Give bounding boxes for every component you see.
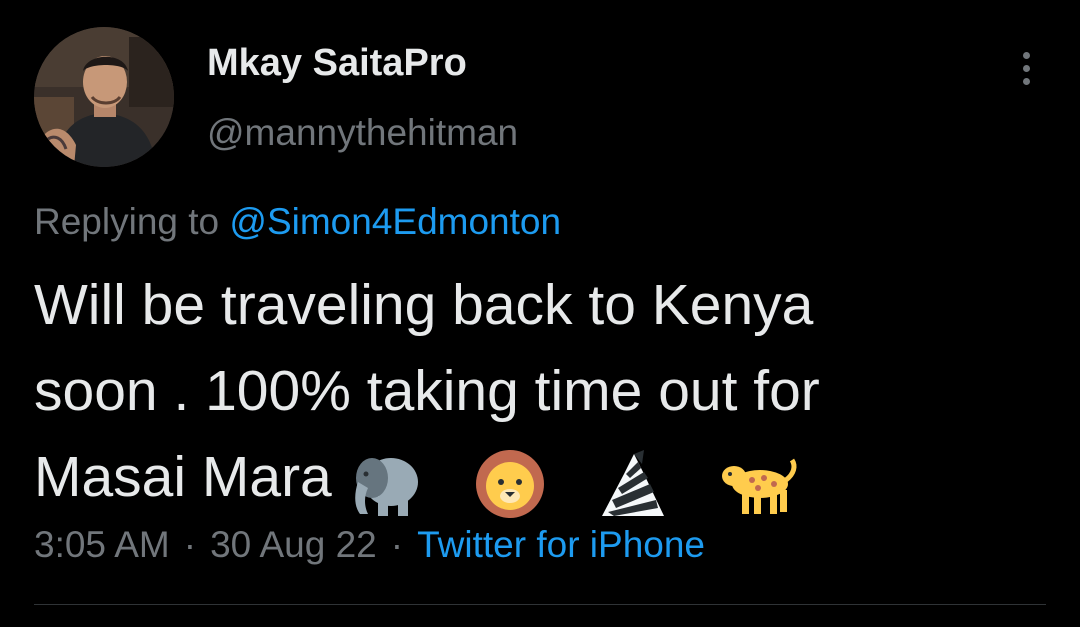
replying-to-label: Replying to xyxy=(34,201,220,242)
author-handle[interactable]: @mannythehitman xyxy=(207,112,518,154)
meta-separator: · xyxy=(183,524,197,565)
tweet-text-line: Masai Mara xyxy=(34,445,332,509)
tweet-source-link[interactable]: Twitter for iPhone xyxy=(417,524,705,565)
leopard-emoji-icon xyxy=(718,444,798,524)
more-dot xyxy=(1023,52,1030,59)
tweet-date[interactable]: 30 Aug 22 xyxy=(210,524,377,565)
more-vertical-icon[interactable] xyxy=(1006,44,1046,92)
author-display-name[interactable]: Mkay SaitaPro xyxy=(207,42,467,85)
tweet-time[interactable]: 3:05 AM xyxy=(34,524,170,565)
tweet-text-line: soon . 100% taking time out for xyxy=(34,359,820,423)
lion-face-emoji-icon xyxy=(470,444,550,524)
elephant-emoji-icon xyxy=(346,444,426,524)
tweet-meta: 3:05 AM · 30 Aug 22 · Twitter for iPhone xyxy=(34,524,705,566)
avatar[interactable] xyxy=(34,27,174,167)
more-dot xyxy=(1023,65,1030,72)
replying-to: Replying to @Simon4Edmonton xyxy=(34,201,561,243)
tweet-text-line-last: Masai Mara xyxy=(34,434,1044,524)
reply-mention-link[interactable]: @Simon4Edmonton xyxy=(229,201,561,242)
profile-photo-icon xyxy=(34,27,174,167)
tweet-text: Will be traveling back to Kenya soon . 1… xyxy=(34,262,1044,524)
tweet-text-line: Will be traveling back to Kenya xyxy=(34,273,814,337)
zebra-emoji-icon xyxy=(594,444,674,524)
emoji-group xyxy=(346,437,842,524)
tweet: Mkay SaitaPro @mannythehitman Replying t… xyxy=(0,0,1080,627)
divider xyxy=(34,604,1046,605)
meta-separator: · xyxy=(390,524,404,565)
more-dot xyxy=(1023,78,1030,85)
